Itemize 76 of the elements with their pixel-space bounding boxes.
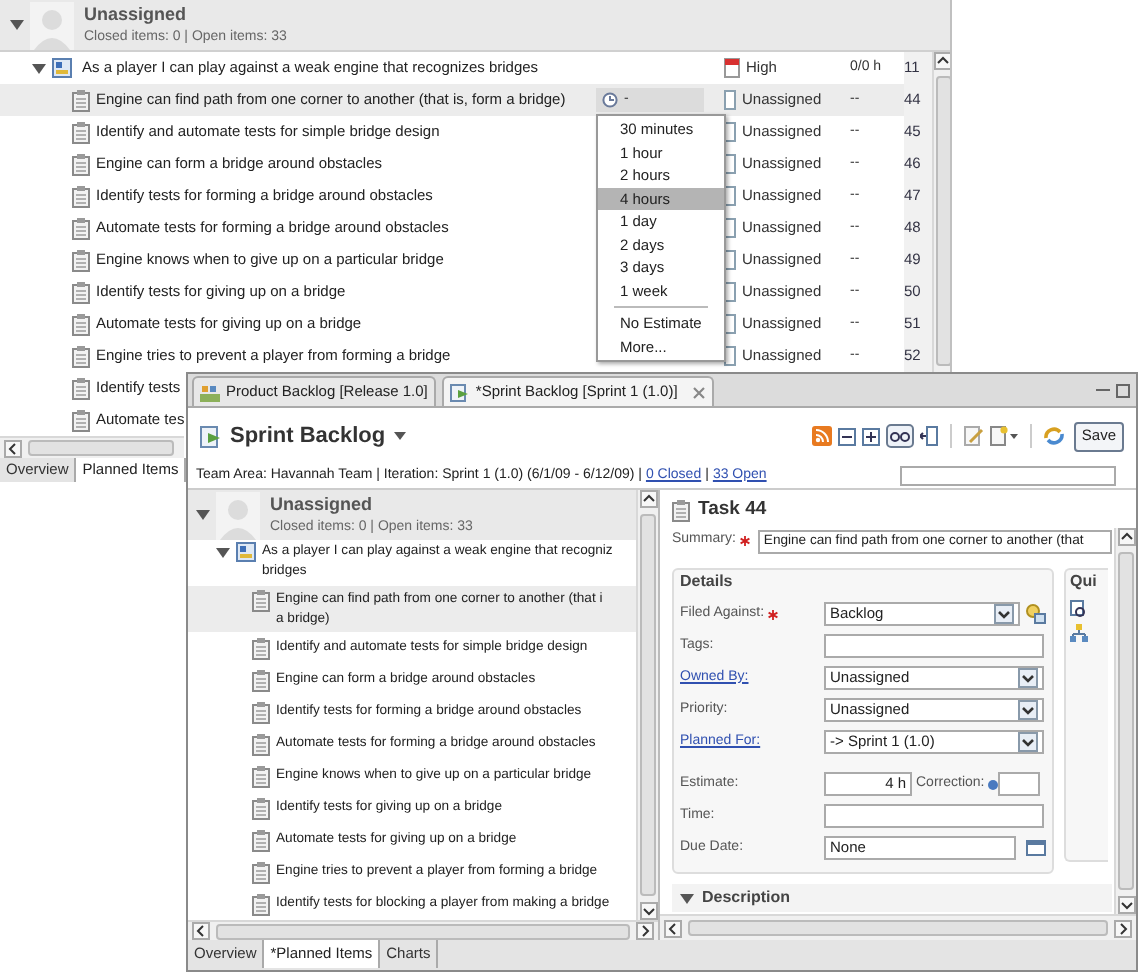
clipboard-icon	[252, 893, 270, 915]
priority-flag-icon	[724, 58, 740, 78]
collapse-triangle-icon[interactable]	[10, 18, 24, 32]
clipboard-icon	[72, 153, 90, 175]
scroll-left-icon[interactable]	[664, 919, 682, 938]
calendar-icon[interactable]	[1026, 840, 1046, 856]
clipboard-icon	[72, 409, 90, 431]
section-title: Details	[680, 570, 733, 594]
clipboard-icon	[252, 765, 270, 787]
clipboard-icon	[72, 345, 90, 367]
clipboard-icon	[72, 313, 90, 335]
glasses-icon[interactable]	[1070, 600, 1088, 618]
clipboard-icon	[252, 669, 270, 691]
clipboard-icon	[252, 590, 270, 612]
input-field[interactable]	[998, 772, 1041, 796]
clipboard-icon	[72, 377, 90, 399]
scroll-down-icon[interactable]	[639, 902, 657, 920]
sprint-icon	[449, 383, 470, 401]
clipboard-icon	[72, 249, 90, 271]
scroll-right-icon[interactable]	[1114, 919, 1132, 938]
story-icon	[236, 542, 256, 562]
clipboard-icon	[252, 797, 270, 819]
close-icon[interactable]	[691, 385, 706, 399]
clipboard-icon	[72, 89, 90, 111]
clipboard-icon	[252, 701, 270, 723]
category-icon[interactable]	[1026, 604, 1046, 624]
new-item-icon[interactable]	[989, 426, 1018, 446]
horizontal-scrollbar[interactable]	[0, 436, 184, 458]
scroll-up-icon[interactable]	[639, 490, 657, 508]
editor-title: Sprint Backlog	[230, 421, 386, 452]
collapse-all-icon[interactable]	[837, 427, 856, 445]
clipboard-icon	[72, 217, 90, 239]
sprint-icon	[200, 425, 222, 447]
group-title: Unassigned	[270, 493, 375, 515]
input-field[interactable]	[824, 634, 1044, 658]
expand-all-icon[interactable]	[861, 427, 880, 445]
hierarchy-icon[interactable]	[1070, 624, 1088, 642]
clipboard-icon	[252, 861, 270, 883]
clipboard-icon	[72, 121, 90, 143]
sync-icon[interactable]	[1043, 426, 1064, 446]
group-title: Unassigned	[84, 3, 189, 25]
scroll-down-icon[interactable]	[1117, 896, 1135, 915]
search-field[interactable]	[900, 466, 1116, 486]
info-icon	[988, 779, 999, 789]
vertical-scrollbar[interactable]	[636, 490, 658, 920]
section-title: Qui	[1070, 570, 1097, 594]
caret-icon[interactable]	[393, 432, 406, 440]
scroll-up-icon[interactable]	[934, 52, 950, 70]
collapse-triangle-icon[interactable]	[196, 508, 210, 522]
story-icon	[52, 58, 72, 78]
scroll-left-icon[interactable]	[4, 439, 22, 457]
minimize-icon[interactable]	[1096, 383, 1110, 397]
clipboard-icon	[252, 829, 270, 851]
scroll-left-icon[interactable]	[192, 922, 210, 940]
clipboard-icon	[72, 185, 90, 207]
vertical-scrollbar[interactable]	[1114, 528, 1136, 915]
scroll-up-icon[interactable]	[1117, 528, 1135, 546]
clipboard-icon	[672, 500, 690, 522]
glasses-icon[interactable]	[885, 424, 914, 448]
clipboard-icon	[252, 733, 270, 755]
collapse-triangle-icon[interactable]	[32, 61, 46, 75]
vertical-scrollbar[interactable]	[932, 52, 950, 372]
scroll-right-icon[interactable]	[636, 922, 654, 940]
collapse-triangle-icon[interactable]	[680, 891, 694, 905]
clipboard-icon	[252, 637, 270, 659]
horizontal-scrollbar[interactable]	[660, 914, 1136, 940]
clock-icon	[602, 92, 618, 108]
collapse-triangle-icon[interactable]	[216, 545, 230, 559]
horizontal-scrollbar[interactable]	[188, 920, 658, 940]
task-title: Task 44	[698, 496, 767, 525]
maximize-icon[interactable]	[1116, 383, 1130, 397]
input-field[interactable]	[824, 804, 1044, 828]
section-title: Description	[702, 886, 791, 910]
backlog-icon	[200, 383, 220, 401]
split-panel-icon[interactable]	[919, 426, 938, 446]
clipboard-icon	[72, 281, 90, 303]
